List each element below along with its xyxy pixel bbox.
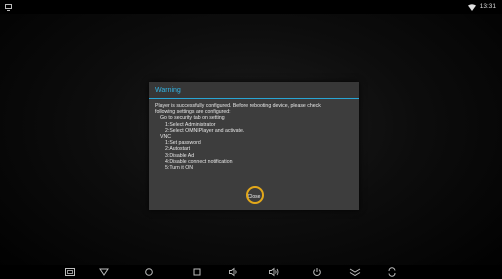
collapse-icon[interactable] — [349, 267, 361, 277]
screenshot-icon — [5, 4, 12, 11]
message-line: 5:Turn it ON — [165, 165, 194, 172]
recent-apps-icon[interactable] — [191, 267, 203, 277]
dialog-title-bar: Warning — [149, 82, 359, 99]
volume-up-icon[interactable] — [268, 267, 280, 277]
dialog-message: Player is successfully configured. Befor… — [155, 103, 357, 171]
power-icon[interactable] — [311, 267, 323, 277]
rotate-icon[interactable] — [386, 267, 398, 277]
status-right-group: 13:31 — [467, 2, 496, 12]
volume-down-icon[interactable] — [227, 267, 239, 277]
home-icon[interactable] — [143, 267, 155, 277]
status-time: 13:31 — [479, 3, 496, 10]
close-button[interactable]: Close — [243, 189, 265, 205]
back-icon[interactable] — [98, 267, 110, 277]
warning-dialog: Warning Player is successfully configure… — [149, 82, 359, 210]
screencap-icon[interactable] — [64, 267, 76, 277]
dialog-title: Warning — [155, 87, 181, 94]
wifi-icon — [467, 3, 476, 11]
navigation-bar — [0, 265, 502, 279]
status-bar: 13:31 — [0, 0, 502, 14]
